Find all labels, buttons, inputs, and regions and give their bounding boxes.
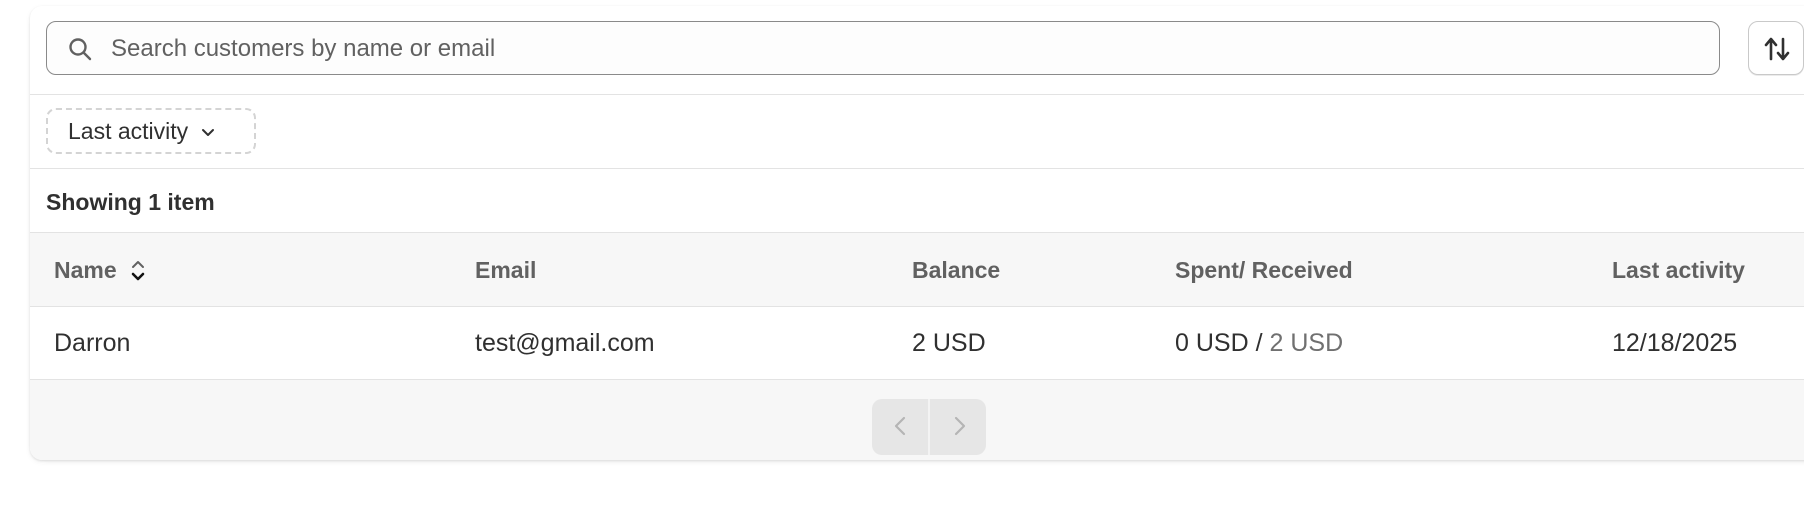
customer-email: test@gmail.com	[475, 329, 655, 357]
column-header-balance: Balance	[912, 257, 1001, 283]
chevron-down-icon	[202, 129, 215, 136]
column-header-last-activity: Last activity	[1612, 257, 1745, 283]
column-header-name-label: Name	[54, 257, 117, 283]
customer-spent: 0 USD	[1175, 329, 1249, 357]
customer-received: 2 USD	[1269, 329, 1344, 357]
previous-page-button[interactable]	[872, 399, 928, 455]
last-activity-filter-label: Last activity	[68, 117, 189, 144]
column-header-name[interactable]: Name	[54, 257, 147, 284]
column-header-spent-received: Spent/ Received	[1175, 257, 1353, 283]
customer-name[interactable]: Darron	[54, 329, 130, 358]
table-row[interactable]: Darron test@gmail.com 2 USD 0 USD / 2 US…	[30, 307, 1804, 380]
results-summary: Showing 1 item	[30, 169, 1804, 233]
column-header-email: Email	[475, 257, 537, 283]
next-page-button[interactable]	[930, 399, 986, 455]
search-icon	[69, 38, 92, 61]
search-input[interactable]	[109, 22, 1693, 76]
search-field[interactable]	[46, 21, 1720, 76]
table-footer	[30, 380, 1804, 460]
last-activity-filter[interactable]: Last activity	[46, 108, 256, 154]
spent-received-separator: /	[1248, 329, 1270, 357]
customer-last-activity: 12/18/2025	[1612, 329, 1738, 357]
sort-button[interactable]	[1748, 21, 1804, 75]
sort-toggle-icon	[131, 260, 144, 280]
customer-spent-received: 0 USD / 2 USD	[1175, 329, 1343, 358]
sort-arrows-icon	[1764, 37, 1790, 61]
table-header: Name Email Balance Spent/ Received Last …	[30, 233, 1804, 307]
filter-bar: Last activity	[30, 94, 1804, 169]
results-count: Showing 1 item	[46, 189, 215, 215]
customers-card: Last activity Showing 1 item Name Email …	[30, 6, 1804, 460]
chevron-left-icon	[894, 416, 906, 436]
pagination	[872, 399, 986, 455]
customer-balance: 2 USD	[912, 329, 986, 357]
chevron-right-icon	[954, 416, 966, 436]
search-toolbar	[30, 6, 1804, 95]
